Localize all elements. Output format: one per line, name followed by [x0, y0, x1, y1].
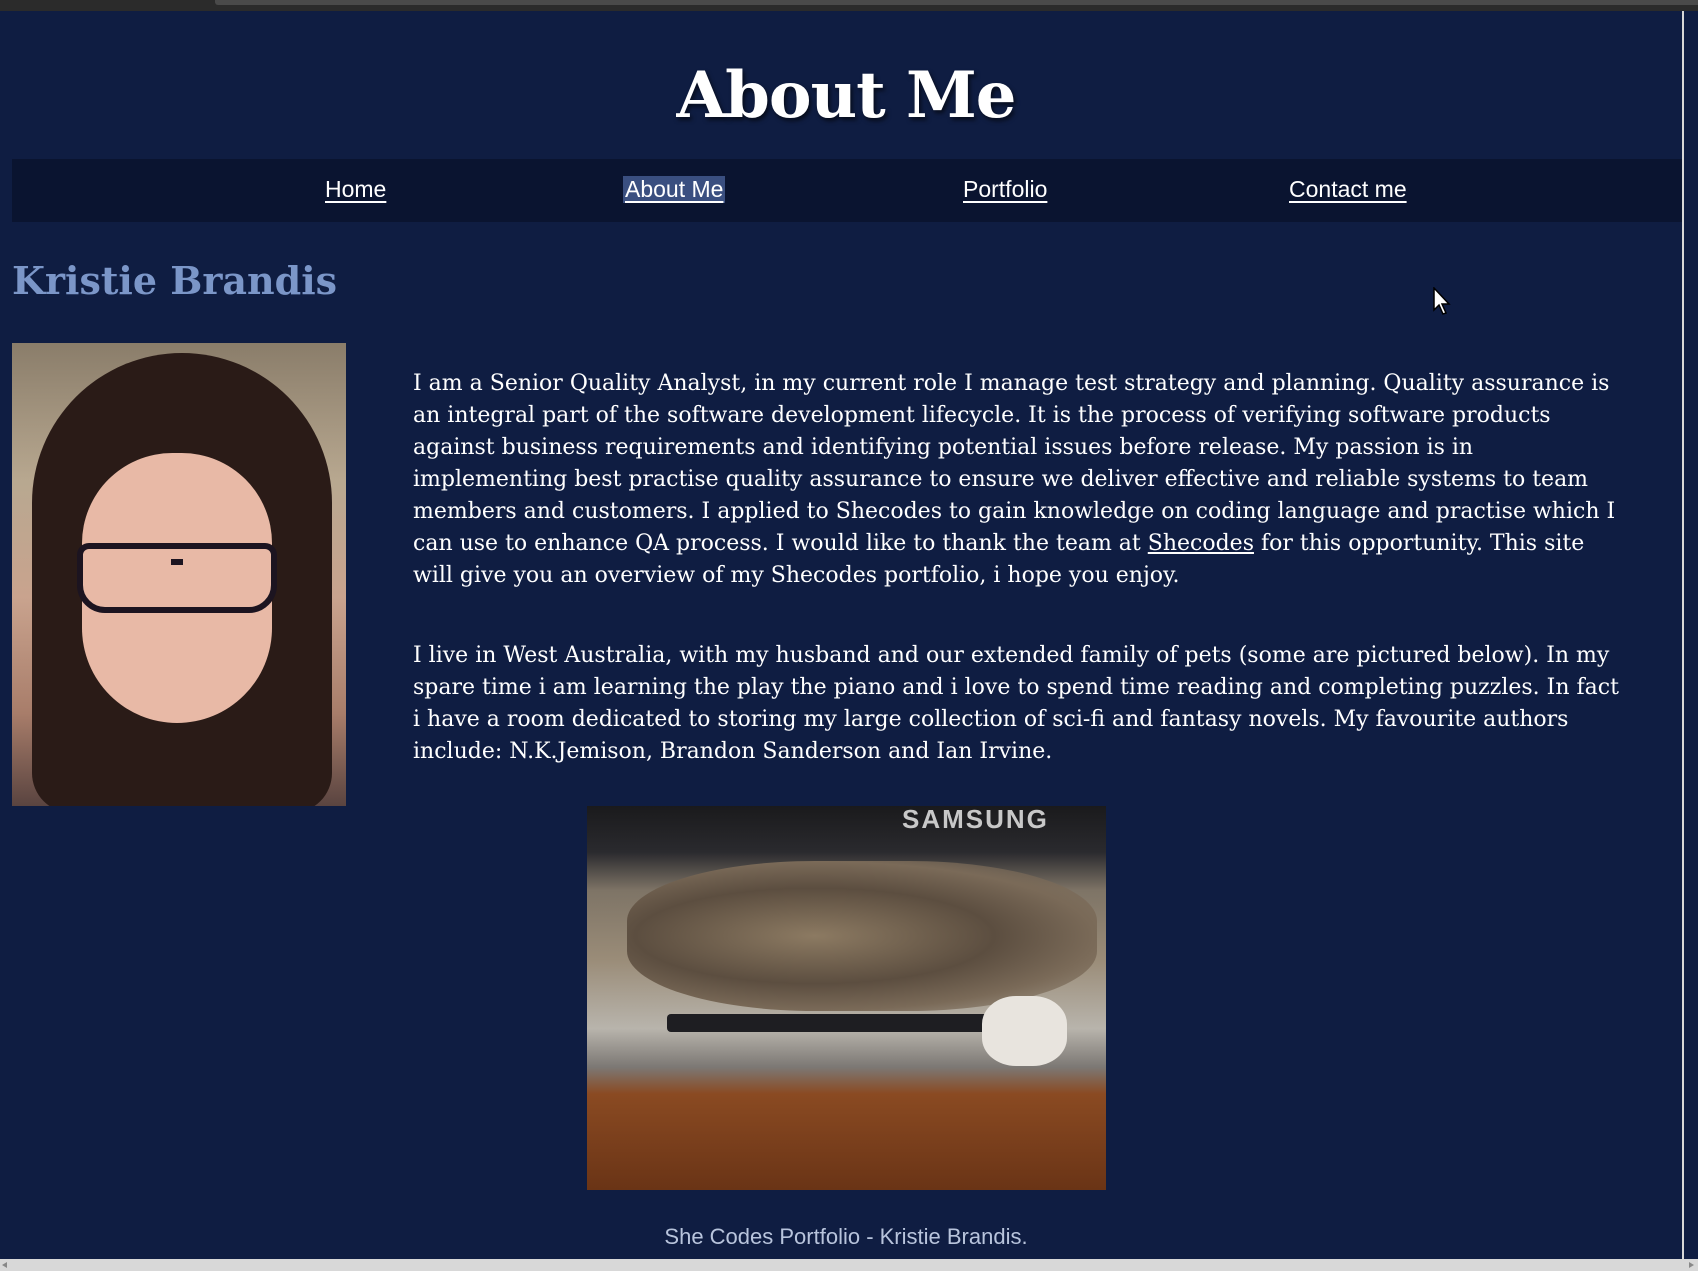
- bio-paragraph-2: I live in West Australia, with my husban…: [413, 643, 1619, 764]
- profile-photo: [12, 343, 346, 806]
- nav-link-portfolio[interactable]: Portfolio: [961, 176, 1049, 203]
- nav-link-contact-me[interactable]: Contact me: [1287, 176, 1409, 203]
- shecodes-link[interactable]: Shecodes: [1148, 531, 1254, 556]
- profile-name: Kristie Brandis: [12, 258, 338, 303]
- scroll-right-icon[interactable]: [1689, 1262, 1694, 1268]
- scroll-left-icon[interactable]: [2, 1262, 7, 1268]
- profile-photo-glasses: [77, 543, 277, 613]
- page-title: About Me: [676, 58, 1016, 133]
- browser-top-bar: [0, 0, 1698, 11]
- cat-photo: SAMSUNG: [587, 806, 1106, 1190]
- browser-tab-strip: [215, 0, 1698, 5]
- nav-link-about-me[interactable]: About Me: [623, 176, 726, 203]
- horizontal-scrollbar[interactable]: [0, 1259, 1698, 1271]
- vertical-scrollbar[interactable]: [1682, 11, 1698, 1259]
- main-nav: Home About Me Portfolio Contact me: [12, 159, 1692, 222]
- site-footer: She Codes Portfolio - Kristie Brandis.: [664, 1224, 1028, 1249]
- cat-photo-brand-text: SAMSUNG: [902, 806, 1049, 834]
- nav-link-home[interactable]: Home: [323, 176, 388, 203]
- cat-photo-cat: [627, 861, 1097, 1011]
- bio-section: I am a Senior Quality Analyst, in my cur…: [413, 368, 1623, 816]
- bio-paragraph-1-text-a: I am a Senior Quality Analyst, in my cur…: [413, 371, 1616, 556]
- cat-photo-paw: [982, 996, 1067, 1066]
- bio-paragraph-1: I am a Senior Quality Analyst, in my cur…: [413, 368, 1623, 592]
